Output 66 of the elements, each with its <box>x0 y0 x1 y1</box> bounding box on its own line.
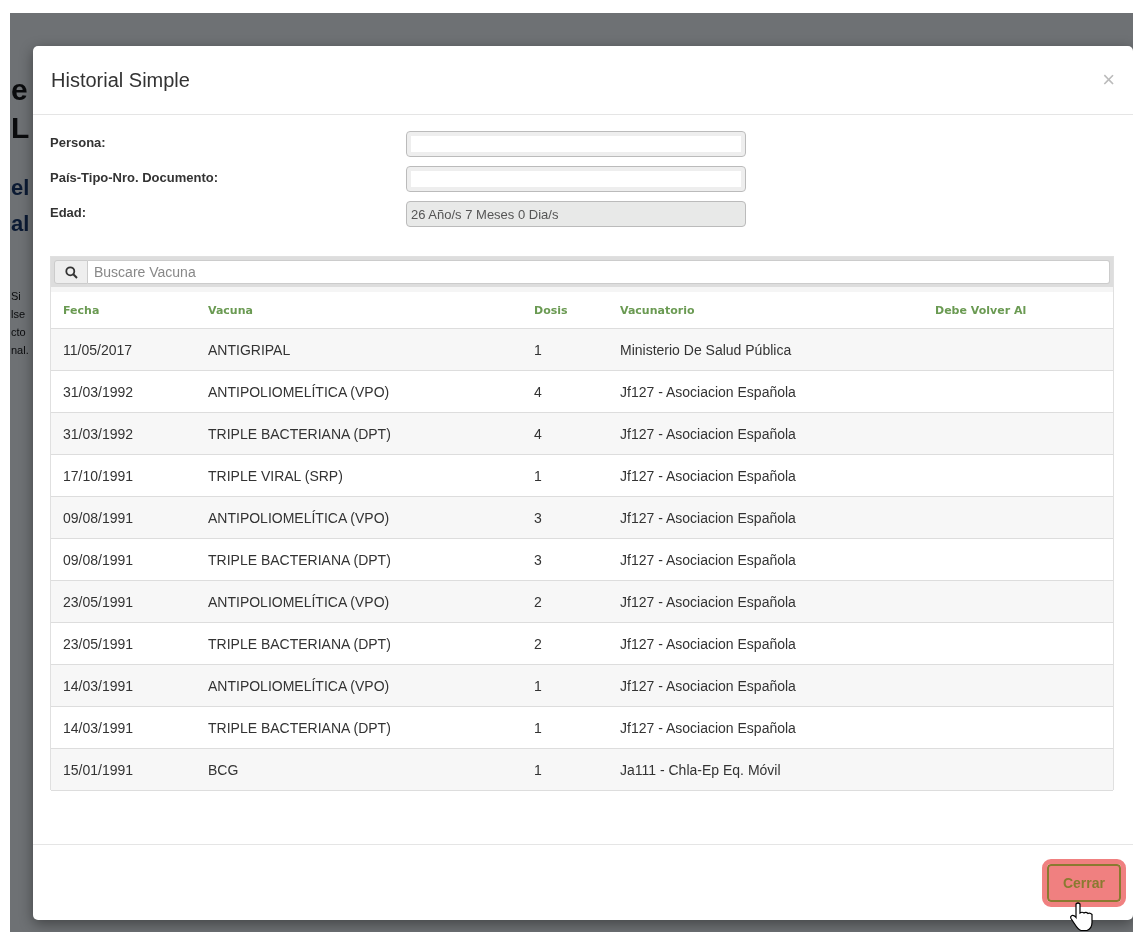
table-cell: 11/05/2017 <box>63 341 133 358</box>
background-text: cto <box>11 327 26 338</box>
table-cell: ANTIGRIPAL <box>208 341 291 358</box>
field-label: Persona: <box>50 134 107 150</box>
table-cell: 1 <box>534 677 542 694</box>
column-header[interactable]: Fecha <box>51 292 196 329</box>
background-text: el <box>11 177 30 199</box>
table-cell: 15/01/1991 <box>63 761 134 778</box>
table-cell: Jf127 - Asociacion Española <box>620 383 796 400</box>
table-cell: ANTIPOLIOMELÍTICA (VPO) <box>208 383 390 400</box>
table-cell: ANTIPOLIOMELÍTICA (VPO) <box>208 509 390 526</box>
table-cell: TRIPLE BACTERIANA (DPT) <box>208 635 391 652</box>
input-field[interactable] <box>406 166 746 192</box>
table-cell: Jf127 - Asociacion Española <box>620 677 796 694</box>
table-cell: Jf127 - Asociacion Española <box>620 593 796 610</box>
table-cell: Ja111 - Chla-Ep Eq. Móvil <box>620 761 781 778</box>
table-cell: 09/08/1991 <box>63 509 134 526</box>
table-cell: Jf127 - Asociacion Española <box>620 509 796 526</box>
background-text: e <box>11 75 28 105</box>
table-cell: 1 <box>534 341 542 358</box>
table-cell: TRIPLE BACTERIANA (DPT) <box>208 719 391 736</box>
search-field[interactable]: Buscare Vacuna <box>88 260 1110 284</box>
close-button[interactable]: × <box>1102 69 1115 91</box>
table-cell: BCG <box>208 761 239 778</box>
table-cell: 23/05/1991 <box>63 593 134 610</box>
column-header[interactable]: Vacunatorio <box>608 292 923 329</box>
table-cell: 1 <box>534 761 542 778</box>
field-label: País-Tipo-Nro. Documento: <box>50 169 220 185</box>
table-cell: Jf127 - Asociacion Española <box>620 467 796 484</box>
table-cell: 3 <box>534 509 542 526</box>
background-text: Si <box>11 291 21 302</box>
column-header[interactable]: Dosis <box>522 292 608 329</box>
table-cell: 31/03/1992 <box>63 383 134 400</box>
table-cell: 17/10/1991 <box>63 467 134 484</box>
table-cell: 31/03/1992 <box>63 425 134 442</box>
background-text: al <box>11 213 30 235</box>
table-cell: 4 <box>534 383 542 400</box>
table-cell: 14/03/1991 <box>63 719 134 736</box>
table-cell: ANTIPOLIOMELÍTICA (VPO) <box>208 593 390 610</box>
table-cell: 2 <box>534 593 542 610</box>
background-text: L <box>11 113 30 143</box>
table-cell: Jf127 - Asociacion Española <box>620 719 796 736</box>
table-cell: Jf127 - Asociacion Española <box>620 635 796 652</box>
column-header[interactable]: Debe Volver Al <box>923 292 1113 329</box>
modal-title: Historial Simple <box>51 68 190 92</box>
table-cell: 14/03/1991 <box>63 677 134 694</box>
table-cell: TRIPLE BACTERIANA (DPT) <box>208 551 391 568</box>
table-cell: 09/08/1991 <box>63 551 134 568</box>
input-field[interactable] <box>406 131 746 157</box>
search-icon <box>54 260 88 284</box>
background-text: nal. <box>11 345 29 356</box>
table-cell: TRIPLE VIRAL (SRP) <box>208 467 343 484</box>
table-cell: Jf127 - Asociacion Española <box>620 551 796 568</box>
background-text: lse <box>11 309 26 320</box>
column-header[interactable]: Vacuna <box>196 292 522 329</box>
table-cell: ANTIPOLIOMELÍTICA (VPO) <box>208 677 390 694</box>
table-cell: 4 <box>534 425 542 442</box>
table-cell: 23/05/1991 <box>63 635 134 652</box>
table-cell: Jf127 - Asociacion Española <box>620 425 796 442</box>
table-cell: 3 <box>534 551 542 568</box>
table-cell: 1 <box>534 719 542 736</box>
table-cell: 2 <box>534 635 542 652</box>
table-cell: Ministerio De Salud Pública <box>620 341 792 358</box>
field-label: Edad: <box>50 204 88 220</box>
table-cell: 1 <box>534 467 542 484</box>
table-cell: TRIPLE BACTERIANA (DPT) <box>208 425 391 442</box>
